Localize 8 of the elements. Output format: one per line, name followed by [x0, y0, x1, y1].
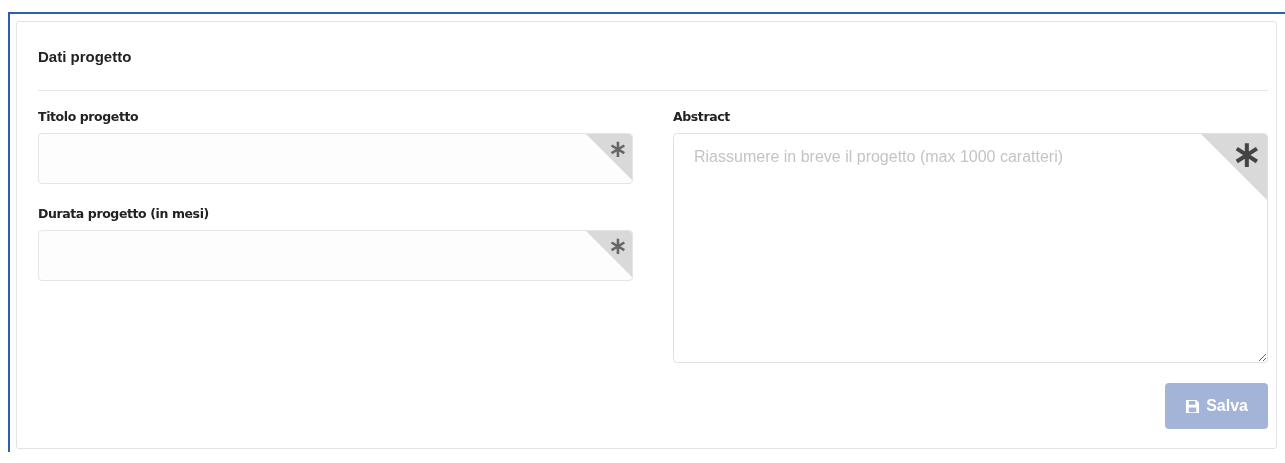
save-icon — [1185, 398, 1201, 414]
input-field[interactable] — [38, 230, 633, 281]
field-label: Durata progetto (in mesi) — [38, 206, 210, 221]
field-label: Titolo progetto — [38, 109, 140, 124]
field-label: Abstract — [673, 109, 731, 124]
panel-title: Dati progetto — [38, 47, 133, 67]
input-field[interactable] — [38, 133, 633, 184]
abstract-field[interactable]: Riassumere in breve il progetto (max 1000 caratteri) — [673, 133, 1268, 363]
